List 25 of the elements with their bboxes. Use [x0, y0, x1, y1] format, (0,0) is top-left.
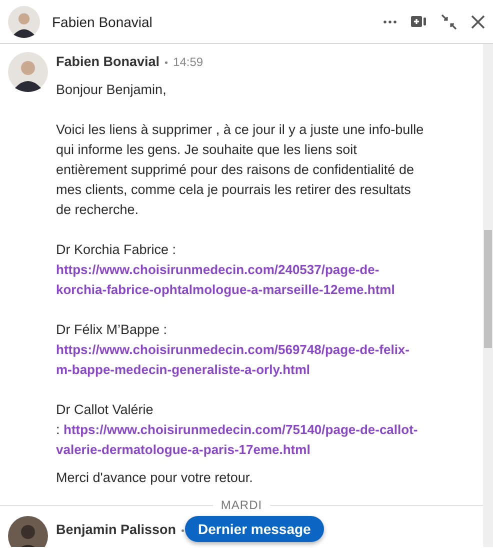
message-text: Merci d'avance pour votre retour.	[56, 469, 254, 487]
avatar	[8, 516, 48, 547]
link[interactable]: https://www.choisirunmedecin.com/240537/page-de-korchia-fabrice-ophtalmologue-a-marseille-12eme.html	[56, 260, 421, 300]
bullet-text: •	[164, 58, 168, 69]
avatar	[8, 52, 48, 92]
contact-name: Dr Callot Valérie	[56, 401, 154, 419]
sender-name[interactable]: Benjamin Palisson	[56, 522, 176, 537]
bullet-text: •	[181, 526, 185, 537]
collapse-icon[interactable]	[441, 14, 457, 30]
contact-name: Dr Korchia Fabrice :	[56, 241, 178, 259]
message-text: Voici les liens à supprimer , à ce jour il y a juste une info-bulle qui informe les gens. Je souhaite que les liens soit entièrement supprimé pour des raisons de confidentialité de mes clients, comme cela je pourrais les retirer des resultats de recherche.	[56, 121, 425, 219]
close-icon[interactable]	[471, 14, 485, 28]
contact-name[interactable]: Fabien Bonavial	[52, 14, 371, 30]
timestamp: 14:59	[173, 55, 204, 69]
day-divider: MARDI	[220, 498, 262, 512]
contact-name: Dr Félix M’Bappe :	[56, 321, 168, 339]
sender-name[interactable]: Fabien Bonavial	[56, 54, 160, 69]
avatar	[8, 6, 40, 38]
link[interactable]: : https://www.choisirunmedecin.com/75140/page-de-callot-valerie-dermatologue-a-paris-17eme.html	[56, 420, 421, 460]
more-icon[interactable]	[383, 20, 397, 24]
link[interactable]: https://www.choisirunmedecin.com/569748/page-de-felix-m-bappe-medecin-generaliste-a-orly.html	[56, 340, 421, 380]
jump-button[interactable]: Dernier message	[185, 516, 324, 542]
scrollbar[interactable]	[483, 44, 493, 547]
video-icon[interactable]	[411, 16, 427, 27]
message-text: Bonjour Benjamin,	[56, 81, 168, 99]
